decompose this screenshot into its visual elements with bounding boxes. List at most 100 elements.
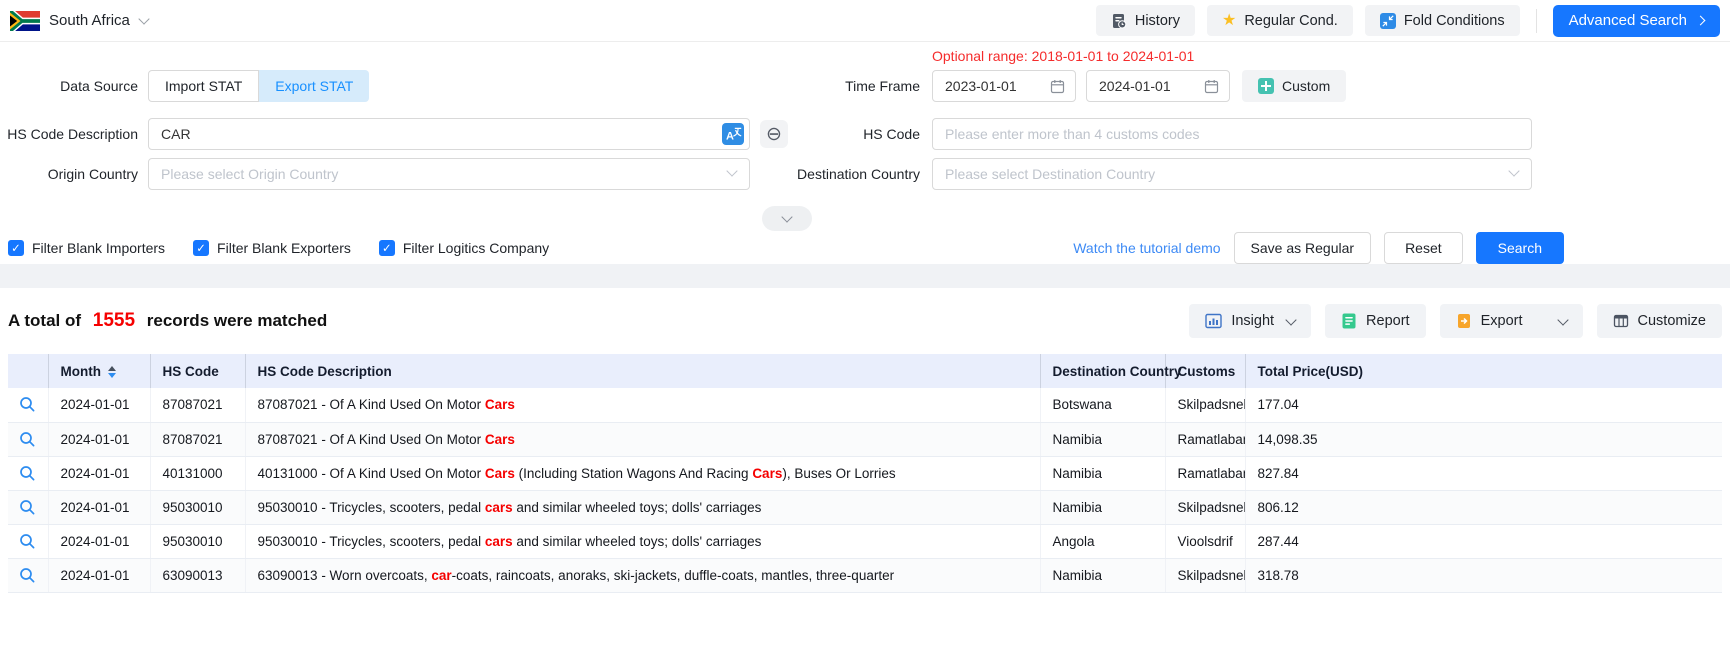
chevron-right-icon <box>1696 16 1706 26</box>
time-frame-label: Time Frame <box>700 78 920 94</box>
filter-blank-importers-checkbox[interactable]: ✓ Filter Blank Importers <box>8 240 165 256</box>
cell-description: 63090013 - Worn overcoats, car-coats, ra… <box>245 558 1040 592</box>
search-icon[interactable] <box>19 499 36 516</box>
search-icon[interactable] <box>19 396 36 413</box>
star-icon: ★ <box>1222 13 1236 29</box>
total-count: 1555 <box>93 310 135 331</box>
customize-button[interactable]: Customize <box>1597 304 1723 338</box>
cell-price: 14,098.35 <box>1245 422 1722 456</box>
origin-country-label: Origin Country <box>0 166 138 182</box>
advanced-search-button[interactable]: Advanced Search <box>1553 5 1720 37</box>
search-button[interactable]: Search <box>1476 232 1564 264</box>
search-icon[interactable] <box>19 533 36 550</box>
cell-price: 318.78 <box>1245 558 1722 592</box>
cell-description: 95030010 - Tricycles, scooters, pedal ca… <box>245 524 1040 558</box>
header-customs: Customs <box>1165 354 1245 388</box>
header-month: Month <box>48 354 150 388</box>
table-row: 2024-01-01 40131000 40131000 - Of A Kind… <box>8 456 1722 490</box>
cell-destination: Namibia <box>1040 422 1165 456</box>
sort-desc-icon[interactable] <box>108 373 116 378</box>
collapse-form-button[interactable] <box>762 206 812 231</box>
cell-customs: Ramatlabam <box>1165 456 1245 490</box>
results-section: A total of 1555 records were matched Ins… <box>0 288 1730 593</box>
origin-country-select[interactable] <box>148 158 750 190</box>
fold-icon <box>1380 13 1396 29</box>
chevron-down-icon[interactable] <box>138 13 149 24</box>
destination-country-select[interactable] <box>932 158 1532 190</box>
reset-button[interactable]: Reset <box>1384 232 1463 264</box>
export-stat-button[interactable]: Export STAT <box>259 70 369 102</box>
header-price: Total Price(USD) <box>1245 354 1722 388</box>
country-selector-label[interactable]: South Africa <box>49 12 130 29</box>
cell-customs: Skilpadsnek <box>1165 490 1245 524</box>
cell-price: 806.12 <box>1245 490 1722 524</box>
table-row: 2024-01-01 95030010 95030010 - Tricycles… <box>8 524 1722 558</box>
cell-description: 40131000 - Of A Kind Used On Motor Cars … <box>245 456 1040 490</box>
regular-cond-button[interactable]: ★ Regular Cond. <box>1207 5 1353 36</box>
cell-customs: Vioolsdrif <box>1165 524 1245 558</box>
fold-conditions-button[interactable]: Fold Conditions <box>1365 5 1520 36</box>
custom-range-label: Custom <box>1282 78 1330 94</box>
data-source-segmented-control: Import STAT Export STAT <box>148 70 369 102</box>
filter-logistics-company-checkbox[interactable]: ✓ Filter Logitics Company <box>379 240 549 256</box>
export-button[interactable]: Export <box>1440 304 1583 338</box>
search-icon[interactable] <box>19 465 36 482</box>
table-row: 2024-01-01 95030010 95030010 - Tricycles… <box>8 490 1722 524</box>
insight-button[interactable]: Insight <box>1189 304 1311 338</box>
insight-icon <box>1205 313 1222 330</box>
chevron-down-icon[interactable] <box>1557 314 1568 325</box>
search-icon[interactable] <box>19 431 36 448</box>
tutorial-demo-link[interactable]: Watch the tutorial demo <box>1073 240 1220 256</box>
hs-code-label: HS Code <box>700 126 920 142</box>
cell-month: 2024-01-01 <box>48 558 150 592</box>
cell-month: 2024-01-01 <box>48 422 150 456</box>
south-africa-flag-icon <box>10 11 40 31</box>
data-source-label: Data Source <box>0 78 138 94</box>
save-as-regular-button[interactable]: Save as Regular <box>1234 232 1372 264</box>
table-header-row: Month HS Code HS Code Description Destin… <box>8 354 1722 388</box>
checkbox-checked-icon: ✓ <box>8 240 24 256</box>
results-table-body: 2024-01-01 87087021 87087021 - Of A Kind… <box>8 388 1722 592</box>
month-sort-control[interactable] <box>108 366 116 378</box>
hs-code-description-label: HS Code Description <box>0 126 138 142</box>
export-label: Export <box>1481 313 1523 329</box>
top-bar: South Africa History ★ Regular Cond. Fol… <box>0 0 1730 42</box>
history-button[interactable]: History <box>1096 5 1195 36</box>
advanced-search-label: Advanced Search <box>1569 12 1687 29</box>
cell-destination: Botswana <box>1040 388 1165 422</box>
chevron-down-icon <box>1285 314 1296 325</box>
cell-destination: Namibia <box>1040 558 1165 592</box>
checkbox-checked-icon: ✓ <box>193 240 209 256</box>
custom-icon <box>1258 78 1274 94</box>
filter-blank-exporters-label: Filter Blank Exporters <box>217 240 351 256</box>
calendar-icon <box>1204 79 1219 94</box>
cell-month: 2024-01-01 <box>48 388 150 422</box>
hs-code-input[interactable] <box>932 118 1532 150</box>
start-date-input[interactable]: 2023-01-01 <box>932 70 1076 102</box>
header-hs-code: HS Code <box>150 354 245 388</box>
custom-range-button[interactable]: Custom <box>1242 70 1346 102</box>
table-row: 2024-01-01 87087021 87087021 - Of A Kind… <box>8 388 1722 422</box>
end-date-input[interactable]: 2024-01-01 <box>1086 70 1230 102</box>
report-button[interactable]: Report <box>1325 304 1426 338</box>
hs-code-description-input[interactable] <box>148 118 750 150</box>
history-icon <box>1111 13 1127 29</box>
sort-asc-icon[interactable] <box>108 366 116 371</box>
cell-hs-code: 87087021 <box>150 388 245 422</box>
chevron-down-icon <box>781 211 792 222</box>
import-stat-button[interactable]: Import STAT <box>148 70 259 102</box>
total-suffix: records were matched <box>147 311 327 330</box>
search-form: Optional range: 2018-01-01 to 2024-01-01… <box>0 42 1730 264</box>
results-table: Month HS Code HS Code Description Destin… <box>8 354 1722 593</box>
cell-hs-code: 95030010 <box>150 490 245 524</box>
filter-blank-exporters-checkbox[interactable]: ✓ Filter Blank Exporters <box>193 240 351 256</box>
search-icon[interactable] <box>19 567 36 584</box>
cell-customs: Skilpadsnek <box>1165 558 1245 592</box>
cell-description: 95030010 - Tricycles, scooters, pedal ca… <box>245 490 1040 524</box>
cell-hs-code: 63090013 <box>150 558 245 592</box>
export-icon <box>1456 313 1472 329</box>
cell-customs: Ramatlabam <box>1165 422 1245 456</box>
end-date-value: 2024-01-01 <box>1099 78 1204 94</box>
cell-customs: Skilpadsnek <box>1165 388 1245 422</box>
regular-cond-label: Regular Cond. <box>1244 13 1338 29</box>
